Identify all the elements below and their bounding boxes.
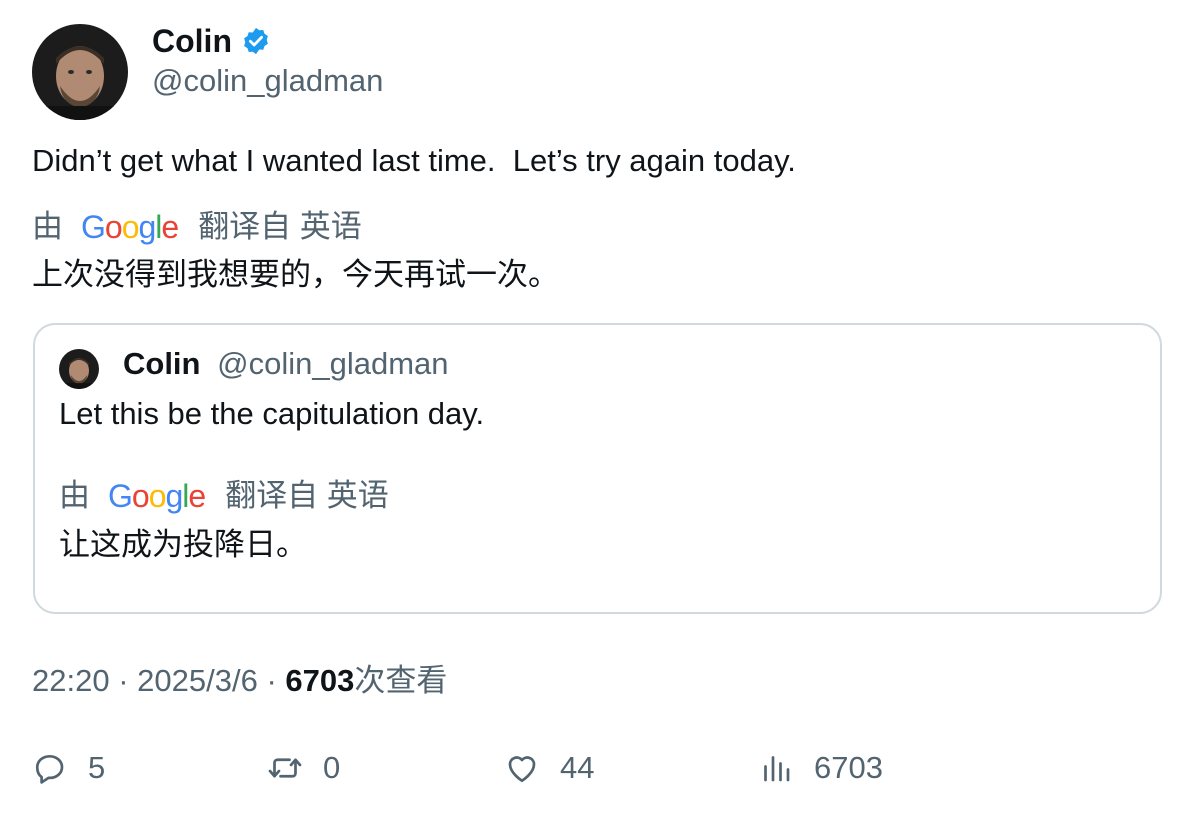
retweet-icon [268,758,302,778]
translated-text: 上次没得到我想要的，今天再试一次。 [32,257,559,292]
meta-separator: · [266,663,277,698]
quoted-translated-text: 让这成为投降日。 [59,527,307,562]
quoted-translation-attribution: 由 Google 翻译自 英语 [59,477,389,515]
reply-count: 5 [88,750,106,785]
views-icon [764,756,790,782]
tweet-time[interactable]: 22:20 [32,663,110,698]
quoted-tweet-card[interactable]: Colin @colin_gladman Let this be the cap… [33,323,1162,614]
views-action-count: 6703 [814,750,883,785]
quoted-translation-prefix: 由 [59,478,90,513]
views-label: 次查看 [354,663,448,698]
quoted-author-row: Colin @colin_gladman [123,345,449,383]
like-button[interactable]: 44 [504,748,594,788]
quoted-translation-suffix: 翻译自 英语 [225,478,389,513]
quoted-tweet-text: Let this be the capitulation day. [59,396,485,431]
reply-button[interactable]: 5 [32,748,105,788]
author-name-row[interactable]: Colin [152,22,271,60]
reply-icon [35,754,64,784]
meta-separator: · [118,663,129,698]
like-icon [508,756,536,783]
like-count: 44 [560,750,595,785]
avatar-photo [32,24,128,120]
views-button[interactable]: 6703 [758,748,883,788]
verified-badge-icon[interactable] [241,26,271,56]
translation-prefix: 由 [32,209,63,244]
quoted-google-logo[interactable]: Google [108,477,206,515]
author-avatar[interactable] [32,24,128,120]
tweet-date[interactable]: 2025/3/6 [137,663,258,698]
translation-attribution: 由 Google 翻译自 英语 [32,208,362,246]
quoted-author-handle: @colin_gladman [217,346,449,381]
retweet-count: 0 [323,750,341,785]
google-logo[interactable]: Google [81,208,179,246]
author-handle[interactable]: @colin_gladman [152,62,383,100]
author-name[interactable]: Colin [152,22,232,60]
retweet-button[interactable]: 0 [267,748,340,788]
tweet-meta: 22:20 · 2025/3/6 · 6703次查看 [32,662,447,700]
tweet-text: Didn’t get what I wanted last time. Let’… [32,143,796,178]
quoted-author-avatar[interactable] [59,349,99,389]
quoted-avatar-photo [59,349,99,389]
translation-suffix: 翻译自 英语 [198,209,362,244]
views-count: 6703 [285,663,355,698]
quoted-author-name: Colin [123,346,201,381]
